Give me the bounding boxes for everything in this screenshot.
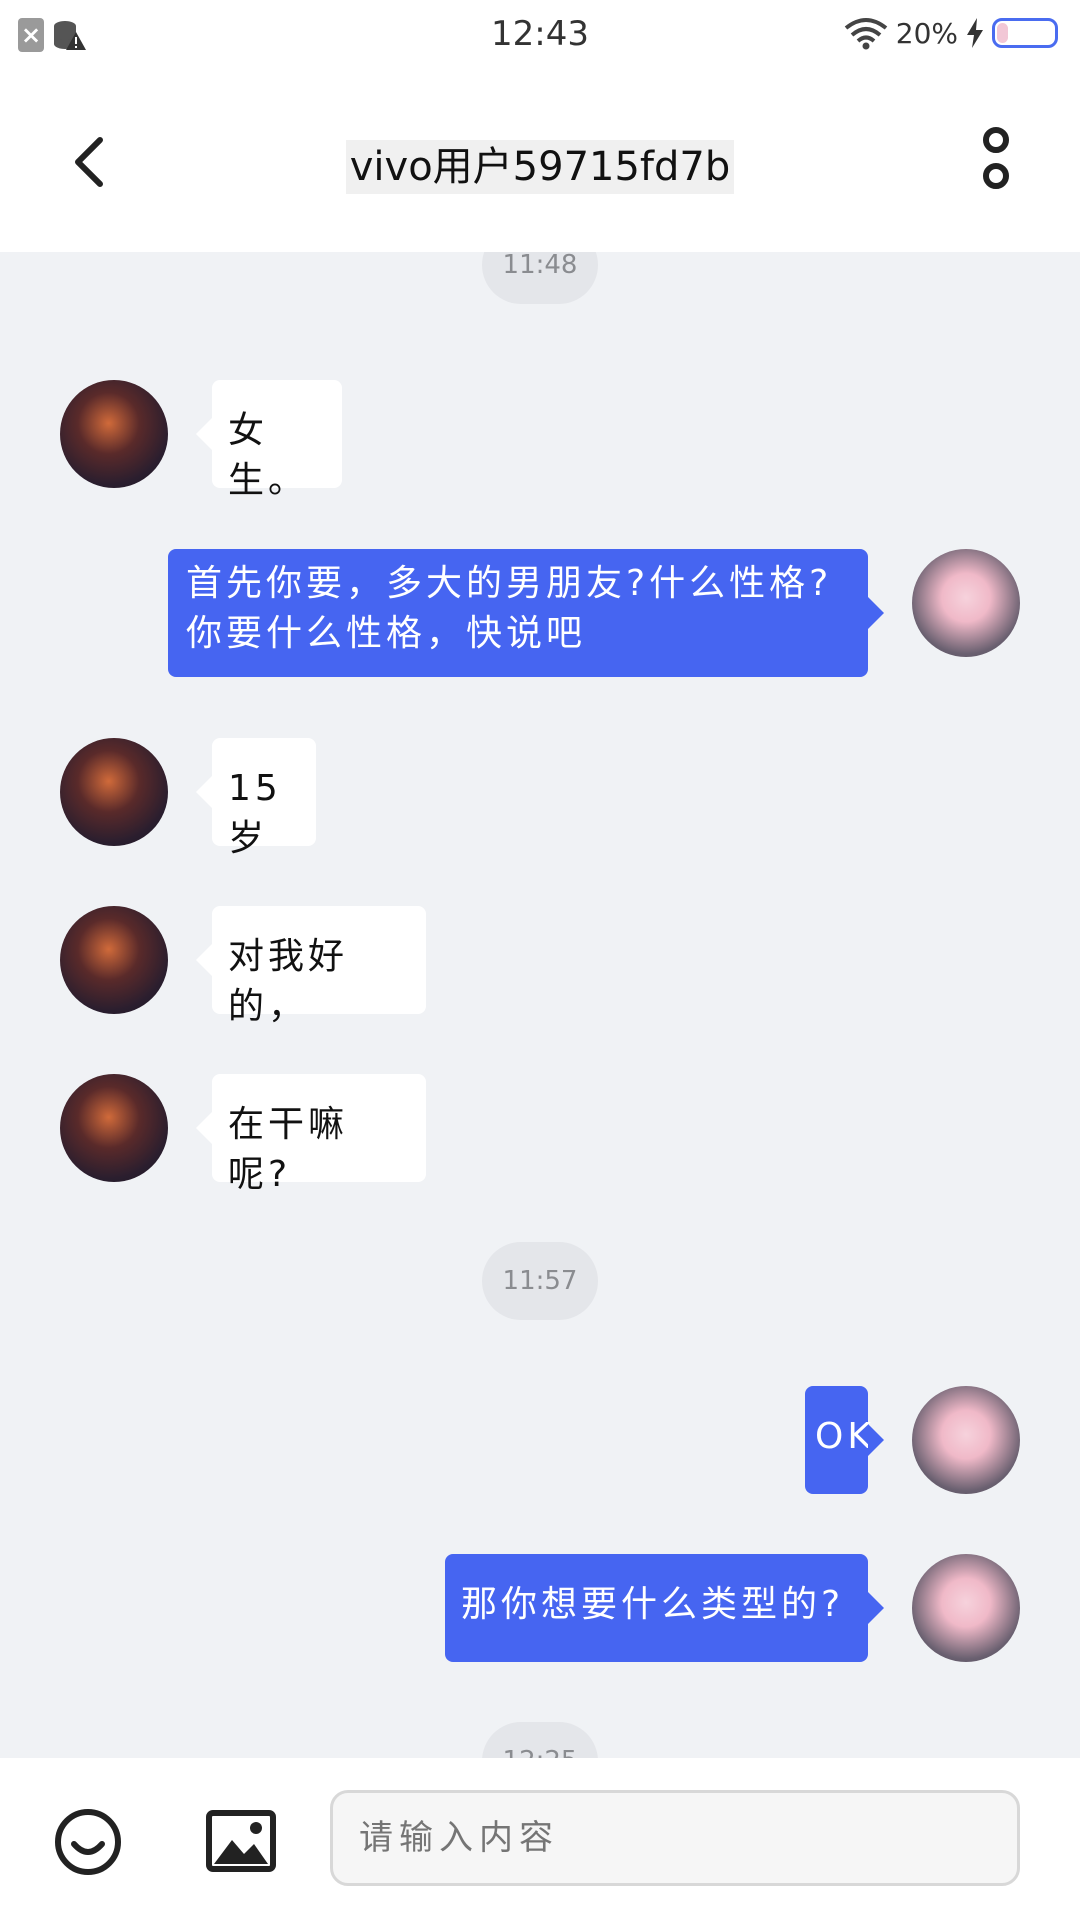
my-avatar[interactable] bbox=[912, 1554, 1020, 1662]
timestamp: 11:48 bbox=[482, 252, 598, 304]
outgoing-message[interactable]: OK bbox=[805, 1386, 884, 1494]
battery-icon bbox=[992, 18, 1058, 48]
contact-avatar[interactable] bbox=[60, 738, 168, 846]
status-right-icons: 20% bbox=[844, 16, 1058, 50]
battery-level bbox=[997, 23, 1009, 43]
timestamp: 12:25 bbox=[482, 1722, 598, 1758]
wifi-icon bbox=[844, 18, 888, 50]
emoji-icon[interactable] bbox=[54, 1808, 122, 1876]
image-icon[interactable] bbox=[206, 1810, 276, 1872]
incoming-message[interactable]: 15岁 bbox=[196, 738, 316, 859]
outgoing-message[interactable]: 那你想要什么类型的? bbox=[445, 1554, 884, 1662]
contact-name: vivo用户59715fd7b bbox=[345, 140, 735, 194]
more-vertical-icon[interactable] bbox=[976, 118, 1016, 208]
status-bar: × 12:43 20% bbox=[0, 0, 1080, 74]
my-avatar[interactable] bbox=[912, 1386, 1020, 1494]
incoming-message[interactable]: 女生。 bbox=[196, 380, 342, 501]
chat-header: vivo用户59715fd7b bbox=[0, 74, 1080, 252]
charging-icon bbox=[967, 18, 983, 48]
incoming-message[interactable]: 对我好的， bbox=[196, 906, 426, 1027]
battery-percent: 20% bbox=[895, 16, 958, 50]
input-bar bbox=[0, 1758, 1080, 1920]
contact-avatar[interactable] bbox=[60, 1074, 168, 1182]
contact-avatar[interactable] bbox=[60, 906, 168, 1014]
outgoing-message[interactable]: 首先你要，多大的男朋友?什么性格?你要什么性格，快说吧 bbox=[168, 549, 884, 677]
page-title: vivo用户59715fd7b bbox=[0, 134, 1080, 194]
timestamp: 11:57 bbox=[482, 1242, 598, 1320]
my-avatar[interactable] bbox=[912, 549, 1020, 657]
contact-avatar[interactable] bbox=[60, 380, 168, 488]
message-list[interactable]: 11:48 女生。 首先你要，多大的男朋友?什么性格?你要什么性格，快说吧 15… bbox=[0, 252, 1080, 1758]
incoming-message[interactable]: 在干嘛呢? bbox=[196, 1074, 426, 1195]
message-input[interactable] bbox=[330, 1790, 1020, 1886]
chat-screen: × 12:43 20% vivo用户59715fd7b 11:48 女生。 首先… bbox=[0, 0, 1080, 1920]
